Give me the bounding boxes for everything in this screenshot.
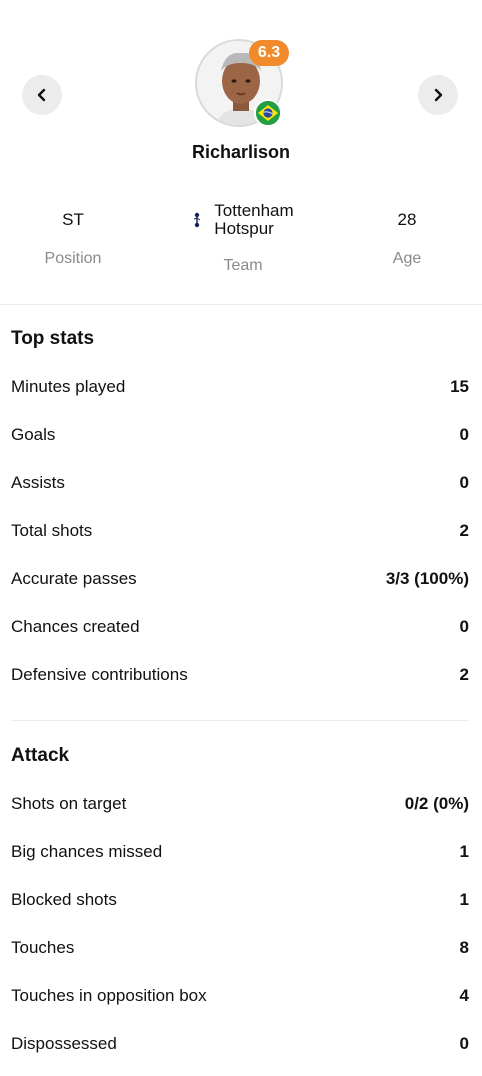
position-value: ST — [62, 210, 84, 229]
stat-label: Goals — [11, 425, 56, 444]
tottenham-logo-icon — [194, 212, 201, 228]
stat-label: Blocked shots — [11, 890, 117, 909]
stat-value: 15 — [450, 377, 469, 396]
stat-label: Touches — [11, 938, 75, 957]
previous-player-button[interactable] — [22, 75, 62, 115]
stat-label: Touches in opposition box — [11, 986, 207, 1005]
position-label: Position — [44, 250, 102, 267]
stat-value: 4 — [459, 986, 469, 1005]
stat-row: Dispossessed 0 — [11, 1032, 469, 1056]
stat-value: 1 — [459, 890, 469, 909]
top-stats-title: Top stats — [11, 328, 95, 349]
attack-title: Attack — [11, 745, 70, 766]
brazil-flag-icon — [254, 99, 282, 127]
chevron-left-icon — [37, 88, 46, 102]
stat-label: Big chances missed — [11, 842, 163, 861]
stat-row: Touches in opposition box 4 — [11, 984, 469, 1008]
stat-label: Total shots — [11, 521, 93, 540]
stat-label: Accurate passes — [11, 569, 137, 588]
rating-badge: 6.3 — [249, 40, 289, 66]
next-player-button[interactable] — [418, 75, 458, 115]
team-link[interactable]: Tottenham Hotspur — [158, 200, 328, 240]
stat-row: Assists 0 — [11, 471, 469, 495]
team-info[interactable]: Tottenham Hotspur Team — [158, 200, 328, 275]
stat-row: Goals 0 — [11, 423, 469, 447]
stat-label: Minutes played — [11, 377, 126, 396]
stat-value: 0 — [459, 473, 469, 492]
stat-row: Blocked shots 1 — [11, 888, 469, 912]
player-avatar-group: 6.3 — [195, 39, 289, 131]
player-stats-page: 6.3 Richarlison ST Position Tottenham Ho… — [0, 0, 482, 1076]
stat-value: 0 — [459, 1034, 469, 1053]
stat-label: Dispossessed — [11, 1034, 117, 1053]
age-info: 28 Age — [357, 200, 457, 268]
position-info: ST Position — [23, 200, 123, 268]
player-info: ST Position Tottenham Hotspur Team 28 Ag… — [0, 200, 482, 280]
age-value: 28 — [397, 210, 417, 229]
stat-label: Defensive contributions — [11, 665, 188, 684]
team-label: Team — [223, 257, 263, 274]
stat-value: 2 — [459, 521, 469, 540]
stat-row: Touches 8 — [11, 936, 469, 960]
stat-value: 0 — [459, 425, 469, 444]
stat-value: 8 — [459, 938, 469, 957]
stat-row: Shots on target 0/2 (0%) — [11, 792, 469, 816]
stat-row: Total shots 2 — [11, 519, 469, 543]
stat-value: 2 — [459, 665, 469, 684]
stat-value: 0/2 (0%) — [404, 794, 469, 813]
stat-value: 1 — [459, 842, 469, 861]
divider — [11, 720, 469, 721]
stat-label: Shots on target — [11, 794, 127, 813]
divider — [0, 304, 482, 305]
age-label: Age — [392, 250, 422, 267]
team-name: Tottenham Hotspur — [214, 201, 294, 238]
stat-label: Chances created — [11, 617, 140, 636]
chevron-right-icon — [434, 88, 443, 102]
stat-label: Assists — [11, 473, 65, 492]
stat-value: 3/3 (100%) — [385, 569, 469, 588]
stat-value: 0 — [459, 617, 469, 636]
stat-row: Minutes played 15 — [11, 375, 469, 399]
stat-row: Accurate passes 3/3 (100%) — [11, 567, 469, 591]
player-name: Richarlison — [191, 142, 291, 162]
stat-row: Chances created 0 — [11, 615, 469, 639]
stat-row: Defensive contributions 2 — [11, 663, 469, 687]
stat-row: Big chances missed 1 — [11, 840, 469, 864]
